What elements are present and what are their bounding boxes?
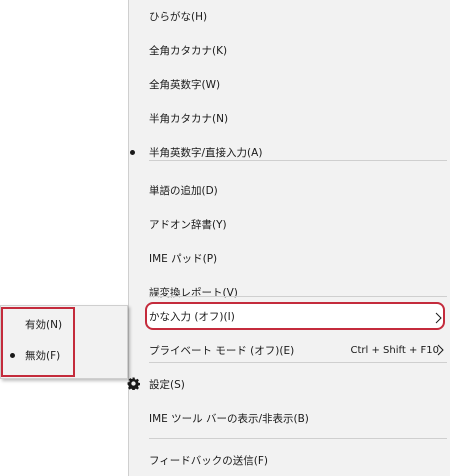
submenu-item-enable[interactable]: 有効(N) [1, 312, 121, 336]
submenu-item-label: 有効(N) [25, 318, 63, 331]
menu-separator [149, 438, 447, 439]
menu-item-halfwidth-direct-input[interactable]: 半角英数字/直接入力(A) [129, 138, 449, 166]
menu-item-label: IME ツール バーの表示/非表示(B) [149, 412, 309, 425]
menu-item-label: 単語の追加(D) [149, 184, 218, 197]
menu-item-send-feedback[interactable]: フィードバックの送信(F) [129, 446, 449, 474]
menu-separator [149, 160, 447, 161]
menu-item-ime-pad[interactable]: IME パッド(P) [129, 244, 449, 272]
kana-input-submenu: 有効(N) 無効(F) [0, 305, 128, 379]
menu-separator [149, 362, 447, 363]
menu-item-label: 誤変換レポート(V) [149, 286, 238, 299]
menu-item-label: 全角英数字(W) [149, 78, 221, 91]
menu-item-fullwidth-alphanumeric[interactable]: 全角英数字(W) [129, 70, 449, 98]
submenu-item-label: 無効(F) [25, 349, 61, 362]
menu-item-label: 半角英数字/直接入力(A) [149, 146, 263, 159]
selected-bullet-icon [10, 353, 15, 358]
gear-icon [127, 377, 140, 390]
ime-context-menu: ひらがな(H) 全角カタカナ(K) 全角英数字(W) 半角カタカナ(N) 半角英… [127, 0, 450, 476]
menu-item-shortcut: Ctrl + Shift + F10 [350, 344, 439, 356]
menu-item-label: 全角カタカナ(K) [149, 44, 228, 57]
menu-item-label: プライベート モード (オフ)(E) [149, 344, 295, 357]
menu-item-settings[interactable]: 設定(S) [127, 370, 449, 398]
menu-item-add-word[interactable]: 単語の追加(D) [129, 176, 449, 204]
menu-item-label: 設定(S) [149, 378, 185, 391]
menu-item-label: かな入力 (オフ)(I) [149, 310, 235, 323]
menu-item-label: IME パッド(P) [149, 252, 218, 265]
submenu-item-disable[interactable]: 無効(F) [1, 343, 121, 367]
menu-item-private-mode[interactable]: プライベート モード (オフ)(E) Ctrl + Shift + F10 [129, 336, 449, 364]
chevron-right-icon [435, 312, 442, 324]
menu-item-label: 半角カタカナ(N) [149, 112, 229, 125]
menu-item-label: アドオン辞書(Y) [149, 218, 227, 231]
chevron-right-icon [437, 344, 444, 356]
menu-item-label: フィードバックの送信(F) [149, 454, 269, 467]
menu-separator [149, 296, 447, 297]
menu-item-kana-input[interactable]: かな入力 (オフ)(I) [145, 302, 445, 330]
menu-item-hiragana[interactable]: ひらがな(H) [129, 2, 449, 30]
menu-item-fullwidth-katakana[interactable]: 全角カタカナ(K) [129, 36, 449, 64]
screen: ひらがな(H) 全角カタカナ(K) 全角英数字(W) 半角カタカナ(N) 半角英… [0, 0, 450, 476]
menu-item-halfwidth-katakana[interactable]: 半角カタカナ(N) [129, 104, 449, 132]
menu-item-toggle-ime-toolbar[interactable]: IME ツール バーの表示/非表示(B) [129, 404, 449, 432]
selected-bullet-icon [130, 150, 135, 155]
menu-item-label: ひらがな(H) [149, 10, 208, 23]
menu-item-addon-dictionary[interactable]: アドオン辞書(Y) [129, 210, 449, 238]
